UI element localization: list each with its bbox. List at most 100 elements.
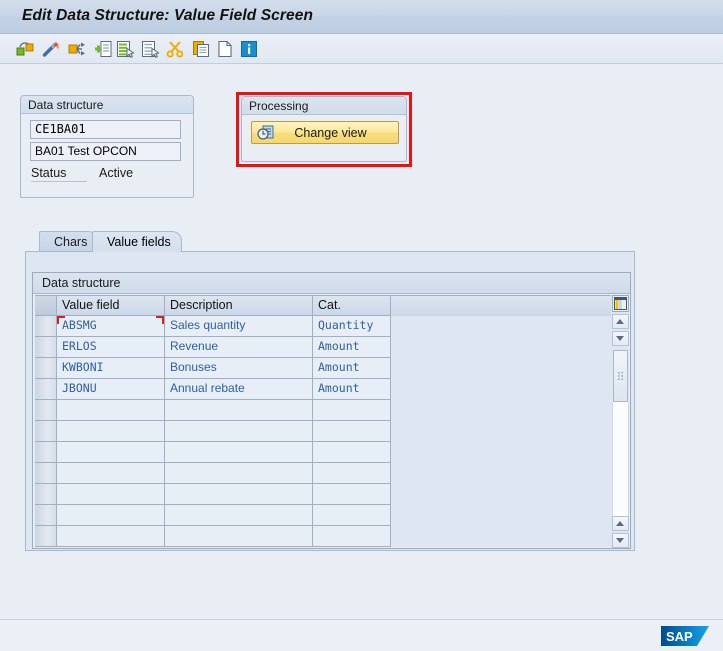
- cell-value-field[interactable]: [57, 400, 165, 421]
- value-fields-grid: Value field Description Cat. ABSMG Sales…: [35, 295, 612, 547]
- cell-description[interactable]: [165, 484, 313, 505]
- cell-description[interactable]: Bonuses: [165, 358, 313, 379]
- table-row[interactable]: ERLOS Revenue Amount: [35, 337, 612, 358]
- cell-value-field[interactable]: [57, 484, 165, 505]
- cell-category[interactable]: Amount: [313, 337, 391, 358]
- scrollbar-track[interactable]: [611, 402, 629, 520]
- structure-name-field[interactable]: CE1BA01: [30, 120, 181, 139]
- row-selector[interactable]: [35, 379, 57, 400]
- row-selector[interactable]: [35, 358, 57, 379]
- cell-category[interactable]: [313, 505, 391, 526]
- tab-value-fields[interactable]: Value fields: [92, 231, 182, 252]
- table-row-empty[interactable]: [35, 463, 612, 484]
- status-value: Active: [99, 166, 134, 180]
- cell-description[interactable]: [165, 526, 313, 547]
- new-document-icon[interactable]: [214, 38, 236, 60]
- row-selector[interactable]: [35, 505, 57, 526]
- cell-value-field[interactable]: KWBONI: [57, 358, 165, 379]
- table-panel-header: Data structure: [33, 273, 630, 294]
- cell-description[interactable]: [165, 400, 313, 421]
- cell-category[interactable]: [313, 484, 391, 505]
- column-settings-icon[interactable]: [611, 295, 629, 312]
- status-bar: SAP: [0, 619, 723, 651]
- row-selector[interactable]: [35, 400, 57, 421]
- scroll-page-down-button[interactable]: [611, 533, 629, 548]
- structure-link-icon[interactable]: [14, 38, 36, 60]
- change-view-button-label: Change view: [294, 125, 367, 140]
- table-row-empty[interactable]: [35, 442, 612, 463]
- application-toolbar: [0, 34, 723, 64]
- cell-filler: [391, 316, 611, 337]
- cell-description[interactable]: Revenue: [165, 337, 313, 358]
- magic-wand-icon[interactable]: [40, 38, 62, 60]
- cell-filler: [391, 337, 611, 358]
- row-selector[interactable]: [35, 442, 57, 463]
- sap-logo: SAP: [661, 626, 709, 646]
- cell-category[interactable]: Amount: [313, 358, 391, 379]
- grid-vertical-scrollbar[interactable]: [611, 295, 629, 548]
- table-row-empty[interactable]: [35, 526, 612, 547]
- cell-category[interactable]: [313, 463, 391, 484]
- info-icon[interactable]: [238, 38, 260, 60]
- tab-chars[interactable]: Chars: [39, 231, 99, 252]
- cell-description[interactable]: [165, 505, 313, 526]
- table-row-empty[interactable]: [35, 505, 612, 526]
- cell-value-field[interactable]: [57, 463, 165, 484]
- row-selector[interactable]: [35, 463, 57, 484]
- table-row-empty[interactable]: [35, 400, 612, 421]
- insert-line-icon[interactable]: [92, 38, 114, 60]
- value-fields-table-panel: Data structure Value field Description C…: [32, 272, 631, 549]
- cell-filler: [391, 442, 611, 463]
- scrollbar-thumb[interactable]: [612, 350, 628, 402]
- table-row[interactable]: ABSMG Sales quantity Quantity: [35, 316, 612, 337]
- select-list-icon[interactable]: [114, 38, 136, 60]
- tab-strip: Chars Value fields: [25, 231, 635, 252]
- row-selector[interactable]: [35, 484, 57, 505]
- row-selector[interactable]: [35, 421, 57, 442]
- cell-filler: [391, 526, 611, 547]
- cell-description[interactable]: [165, 421, 313, 442]
- transport-arrow-icon[interactable]: [66, 38, 88, 60]
- column-header-value-field[interactable]: Value field: [57, 295, 165, 316]
- table-row[interactable]: KWBONI Bonuses Amount: [35, 358, 612, 379]
- cut-scissors-icon[interactable]: [164, 38, 186, 60]
- cell-category[interactable]: [313, 442, 391, 463]
- cell-description[interactable]: [165, 463, 313, 484]
- copy-icon[interactable]: [190, 38, 212, 60]
- cell-category[interactable]: Quantity: [313, 316, 391, 337]
- cell-filler: [391, 463, 611, 484]
- cell-value-field[interactable]: [57, 526, 165, 547]
- select-all-cell[interactable]: [35, 295, 57, 316]
- cell-category[interactable]: Amount: [313, 379, 391, 400]
- row-selector[interactable]: [35, 337, 57, 358]
- cell-description[interactable]: Annual rebate: [165, 379, 313, 400]
- scroll-page-up-button[interactable]: [611, 516, 629, 531]
- cell-description[interactable]: Sales quantity: [165, 316, 313, 337]
- cell-category[interactable]: [313, 421, 391, 442]
- column-header-category[interactable]: Cat.: [313, 295, 391, 316]
- row-selector[interactable]: [35, 316, 57, 337]
- deselect-list-icon[interactable]: [139, 38, 161, 60]
- table-row-empty[interactable]: [35, 421, 612, 442]
- table-row-empty[interactable]: [35, 484, 612, 505]
- cell-value-field[interactable]: ERLOS: [57, 337, 165, 358]
- change-view-button[interactable]: Change view: [251, 121, 399, 144]
- cell-value-field[interactable]: ABSMG: [57, 316, 165, 337]
- table-row[interactable]: JBONU Annual rebate Amount: [35, 379, 612, 400]
- scroll-down-button[interactable]: [611, 331, 629, 346]
- structure-description-field[interactable]: BA01 Test OPCON: [30, 142, 181, 161]
- cell-value-field[interactable]: [57, 421, 165, 442]
- cell-value-field[interactable]: [57, 442, 165, 463]
- window-title-bar: Edit Data Structure: Value Field Screen: [0, 0, 723, 34]
- column-header-filler: [391, 295, 611, 316]
- column-header-description[interactable]: Description: [165, 295, 313, 316]
- cell-category[interactable]: [313, 400, 391, 421]
- row-selector[interactable]: [35, 526, 57, 547]
- scroll-up-button[interactable]: [611, 314, 629, 329]
- cell-filler: [391, 421, 611, 442]
- cell-description[interactable]: [165, 442, 313, 463]
- cell-value-field[interactable]: [57, 505, 165, 526]
- cell-value-field[interactable]: JBONU: [57, 379, 165, 400]
- scrollbar-bottom-buttons: [611, 516, 629, 548]
- cell-category[interactable]: [313, 526, 391, 547]
